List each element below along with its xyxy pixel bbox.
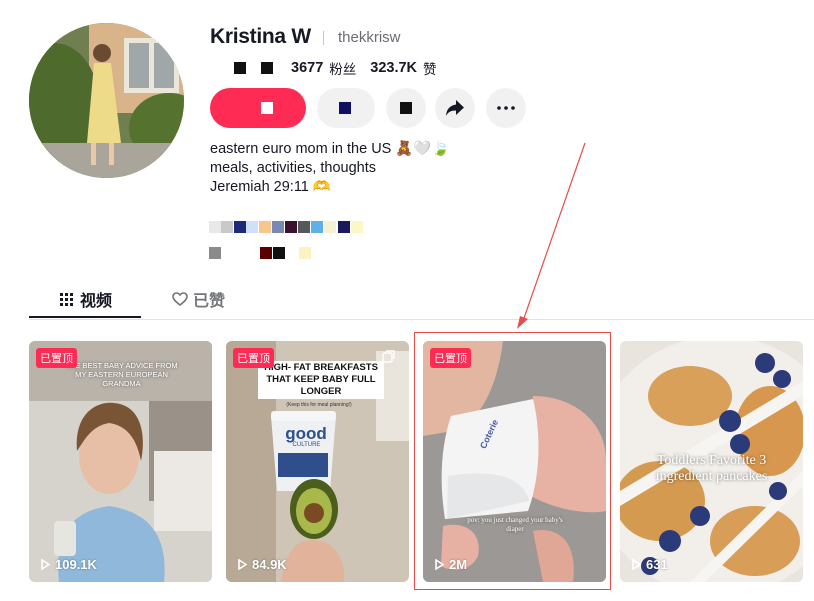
- video-card[interactable]: Toddlers Favorite 3 ingredient pancakes …: [620, 341, 803, 582]
- view-count: 84.9K: [238, 557, 287, 572]
- bio-line: Jeremiah 29:11 🫶: [210, 179, 331, 195]
- view-count: 109.1K: [41, 557, 97, 572]
- tab-label: 视频: [80, 293, 113, 310]
- highlight-box: [414, 332, 611, 590]
- video-caption: THE BEST BABY ADVICE FROM MY EASTERN EUR…: [65, 361, 178, 388]
- profile-name: Kristina W: [210, 25, 311, 48]
- content-tabs: 视频 已赞: [29, 283, 814, 320]
- multi-image-icon: [382, 350, 395, 363]
- tab-videos[interactable]: 视频: [60, 287, 112, 311]
- grid-icon: [60, 292, 73, 306]
- divider: [323, 31, 324, 45]
- message-button[interactable]: [317, 88, 375, 128]
- play-icon: [632, 559, 641, 570]
- view-count: 631: [632, 557, 668, 572]
- profile-handle: thekkrisw: [338, 29, 401, 46]
- avatar[interactable]: [29, 23, 184, 178]
- product-brand: good: [285, 424, 327, 443]
- more-button[interactable]: [486, 88, 526, 128]
- following-count-glyph: [234, 62, 246, 74]
- pinned-badge: 已置顶: [233, 348, 274, 368]
- tab-label: 已赞: [193, 293, 226, 310]
- following-label-glyph: [261, 62, 273, 74]
- video-caption: HIGH- FAT BREAKFASTS THAT KEEP BABY FULL…: [258, 361, 384, 399]
- message-button-glyph: [339, 102, 351, 114]
- view-count-value: 109.1K: [55, 557, 97, 572]
- view-count-value: 631: [646, 557, 668, 572]
- profile-bio: eastern euro mom in the US 🧸🤍🍃 meals, ac…: [210, 140, 450, 197]
- play-icon: [41, 559, 50, 570]
- suggested-accounts-button[interactable]: [386, 88, 426, 128]
- video-card[interactable]: HIGH- FAT BREAKFASTS THAT KEEP BABY FULL…: [226, 341, 409, 582]
- product-brand: CULTURE: [292, 442, 321, 448]
- view-count-value: 84.9K: [252, 557, 287, 572]
- pinned-badge: 已置顶: [36, 348, 77, 368]
- profile-stats: 3677 粉丝 323.7K 赞: [210, 58, 451, 78]
- more-icon: [497, 106, 515, 110]
- play-icon: [238, 559, 247, 570]
- video-card[interactable]: THE BEST BABY ADVICE FROM MY EASTERN EUR…: [29, 341, 212, 582]
- follow-button-glyph: [261, 102, 273, 114]
- follow-button[interactable]: [210, 88, 306, 128]
- followers-count[interactable]: 3677: [291, 60, 323, 76]
- followers-label: 粉丝: [329, 62, 357, 77]
- video-caption: Toddlers Favorite 3 ingredient pancakes: [655, 453, 768, 484]
- video-subcaption: (Keep this for meal planning!): [286, 402, 352, 408]
- likes-label: 赞: [423, 62, 437, 77]
- bio-line: eastern euro mom in the US 🧸🤍🍃: [210, 141, 450, 157]
- bio-line: meals, activities, thoughts: [210, 160, 377, 176]
- tab-liked[interactable]: 已赞: [172, 287, 225, 311]
- share-icon: [446, 100, 464, 116]
- likes-count: 323.7K: [370, 60, 418, 76]
- suggested-accounts-glyph: [400, 102, 412, 114]
- heart-lock-icon: [172, 292, 188, 306]
- active-tab-indicator: [29, 316, 141, 318]
- share-button[interactable]: [435, 88, 475, 128]
